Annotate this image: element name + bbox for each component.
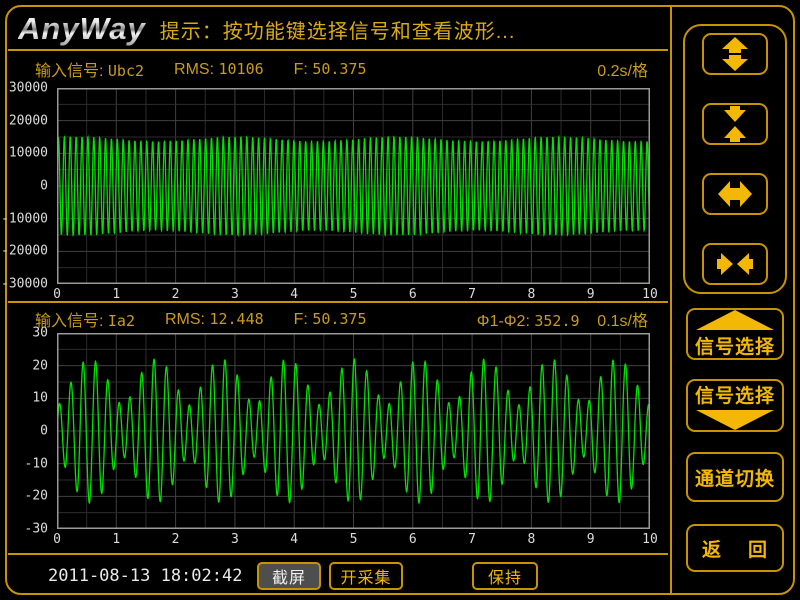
panel2-timebase: 0.1s/格 — [597, 313, 648, 330]
expand-horizontal-icon — [717, 176, 753, 212]
x-tick-label: 7 — [468, 532, 476, 547]
y-tick-label: -30 — [25, 522, 48, 537]
x-tick-label: 9 — [587, 287, 595, 302]
horizontal-compress-button[interactable] — [702, 243, 768, 285]
x-tick-label: 0 — [53, 287, 61, 302]
panel2-phase: Φ1-Φ2: — [477, 313, 530, 330]
x-tick-label: 5 — [350, 532, 358, 547]
x-tick-label: 3 — [231, 532, 239, 547]
panel1-waveform-chart — [57, 88, 650, 284]
y-tick-label: -10 — [25, 456, 48, 471]
panel1-header: 输入信号: Ubc2 RMS: 10106 F: 50.375 0.2s/格 — [8, 56, 668, 82]
panel1-signal-name: Ubc2 — [108, 62, 144, 80]
hint-message: 提示：按功能键选择信号和查看波形... — [160, 15, 516, 44]
y-tick-label: 30000 — [9, 81, 48, 96]
anyway-logo: AnyWay — [18, 11, 146, 47]
channel-switch-button[interactable]: 通道切换 — [686, 452, 784, 502]
screenshot-button[interactable]: 截屏 — [257, 562, 321, 590]
panel2-header: 输入信号: Ia2 RMS: 12.448 F: 50.375 Φ1-Φ2: 3… — [8, 306, 668, 332]
signal-select-up-button[interactable]: 信号选择 — [686, 308, 784, 360]
signal-select-down-button[interactable]: 信号选择 — [686, 379, 784, 432]
panel2-waveform-chart — [57, 333, 650, 529]
x-tick-label: 2 — [172, 532, 180, 547]
x-tick-label: 8 — [527, 532, 535, 547]
x-tick-label: 10 — [642, 532, 658, 547]
vertical-compress-button[interactable] — [702, 103, 768, 145]
x-tick-label: 0 — [53, 532, 61, 547]
y-tick-label: 20000 — [9, 113, 48, 128]
return-button[interactable]: 返 回 — [686, 524, 784, 572]
x-tick-label: 9 — [587, 532, 595, 547]
triangle-up-icon — [696, 310, 774, 330]
x-tick-label: 4 — [290, 287, 298, 302]
panel1-x-axis: 012345678910 — [57, 286, 650, 302]
hold-button[interactable]: 保持 — [472, 562, 538, 590]
panel2-y-axis: 3020100-10-20-30 — [6, 333, 52, 529]
vertical-expand-button[interactable] — [702, 33, 768, 75]
bottombar-divider — [8, 553, 668, 555]
x-tick-label: 10 — [642, 287, 658, 302]
panel1-y-axis: 3000020000100000-10000-20000-30000 — [6, 88, 52, 284]
panel1-rms: RMS: 10106 — [174, 60, 264, 79]
x-tick-label: 8 — [527, 287, 535, 302]
x-tick-label: 5 — [350, 287, 358, 302]
title-bar: AnyWay 提示：按功能键选择信号和查看波形... — [10, 9, 668, 49]
x-tick-label: 1 — [112, 287, 120, 302]
timestamp: 2011-08-13 18:02:42 — [48, 566, 242, 586]
x-tick-label: 1 — [112, 532, 120, 547]
y-tick-label: -10000 — [1, 211, 48, 226]
x-tick-label: 6 — [409, 532, 417, 547]
sidebar-divider — [670, 7, 672, 593]
panel2-signal-name: Ia2 — [108, 312, 135, 330]
y-tick-label: -20 — [25, 489, 48, 504]
titlebar-divider — [8, 49, 668, 51]
instrument-screen: AnyWay 提示：按功能键选择信号和查看波形... 输入信号: Ubc2 RM… — [0, 0, 800, 600]
panel1-input-signal: 输入信号: Ubc2 — [35, 57, 144, 81]
y-tick-label: -20000 — [1, 244, 48, 259]
x-tick-label: 2 — [172, 287, 180, 302]
y-tick-label: -30000 — [1, 277, 48, 292]
compress-vertical-icon — [717, 106, 753, 142]
horizontal-expand-button[interactable] — [702, 173, 768, 215]
panel1-frequency: F: 50.375 — [294, 60, 367, 79]
panel2-rms: RMS: 12.448 — [165, 310, 264, 329]
y-tick-label: 20 — [32, 358, 48, 373]
panel2-frequency: F: 50.375 — [294, 310, 367, 329]
y-tick-label: 0 — [40, 424, 48, 439]
panel2-phase-and-timebase: Φ1-Φ2: 352.9 0.1s/格 — [477, 307, 648, 331]
y-tick-label: 0 — [40, 179, 48, 194]
x-tick-label: 3 — [231, 287, 239, 302]
panel2-x-axis: 012345678910 — [57, 531, 650, 547]
start-acquisition-button[interactable]: 开采集 — [329, 562, 403, 590]
y-tick-label: 10000 — [9, 146, 48, 161]
y-tick-label: 30 — [32, 326, 48, 341]
y-tick-label: 10 — [32, 391, 48, 406]
expand-vertical-icon — [717, 36, 753, 72]
triangle-down-icon — [696, 410, 774, 430]
x-tick-label: 4 — [290, 532, 298, 547]
x-tick-label: 7 — [468, 287, 476, 302]
x-tick-label: 6 — [409, 287, 417, 302]
panel2-input-signal: 输入信号: Ia2 — [35, 307, 135, 331]
panel1-timebase: 0.2s/格 — [597, 57, 648, 81]
compress-horizontal-icon — [717, 246, 753, 282]
